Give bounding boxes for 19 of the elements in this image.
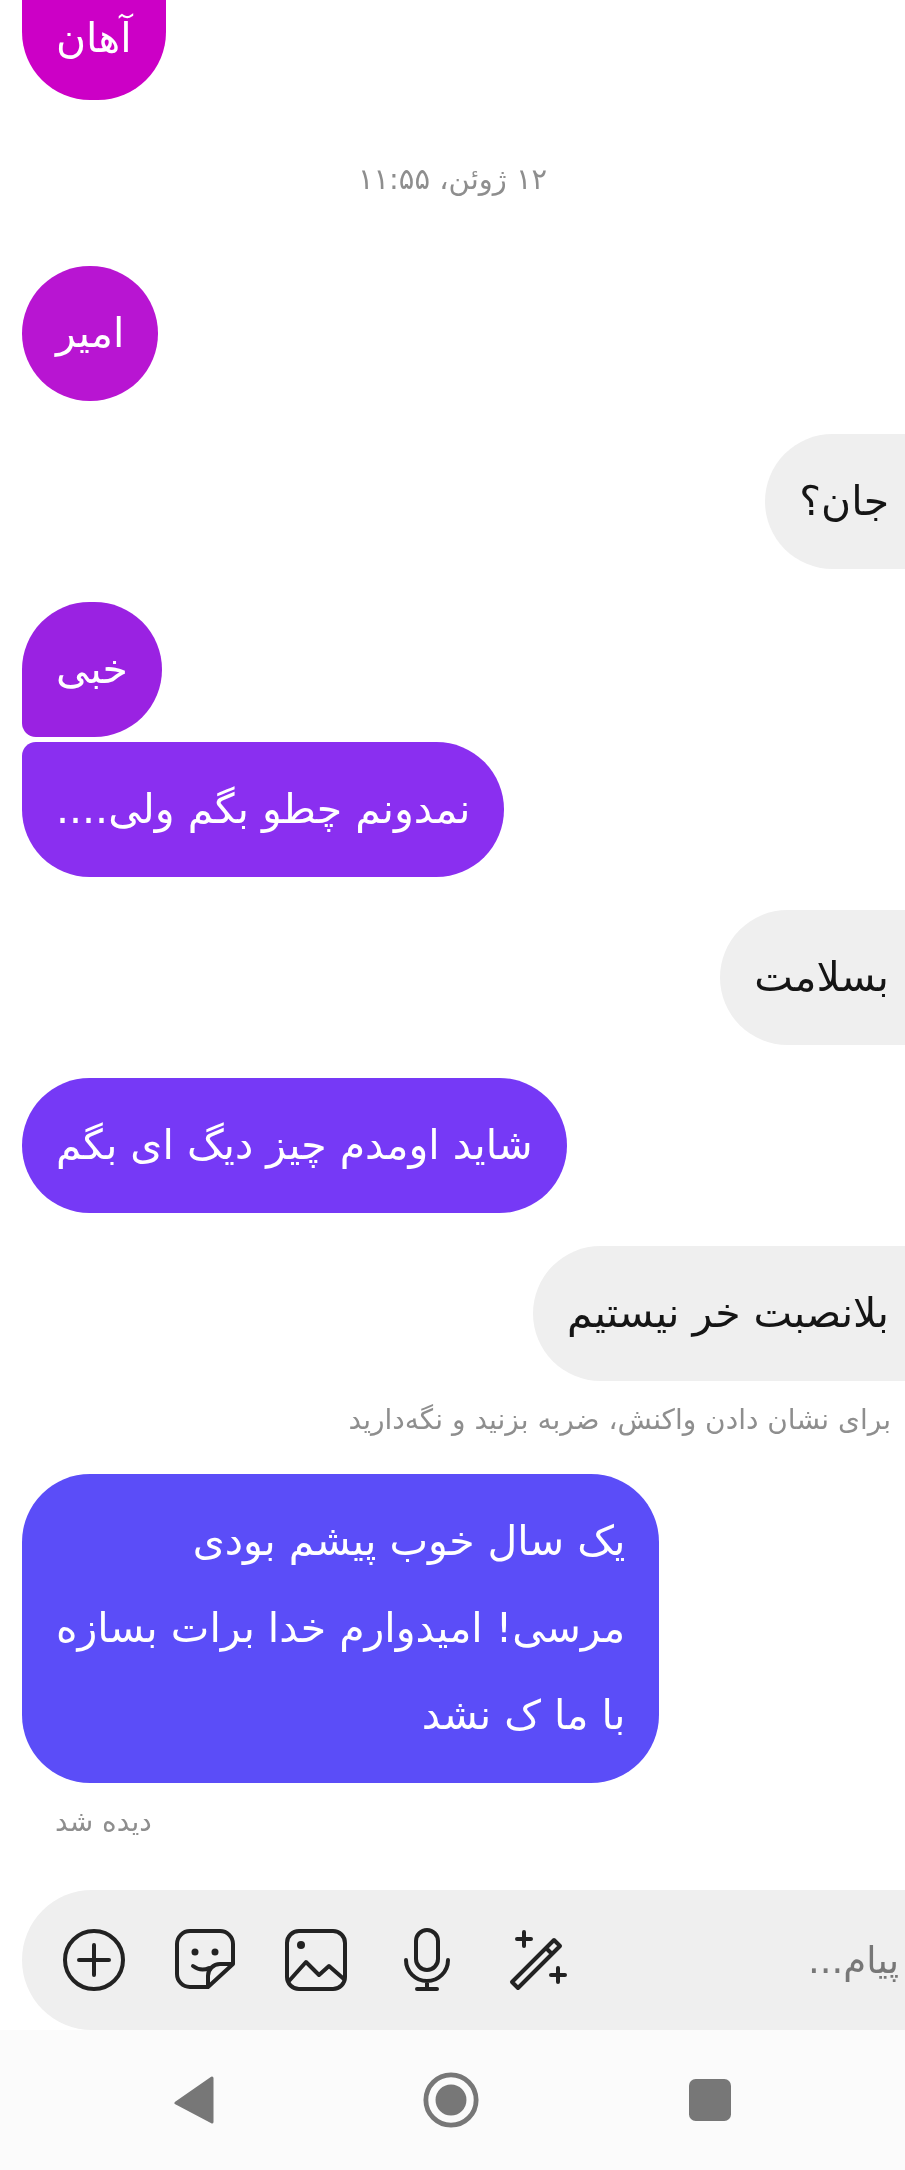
message-bubble[interactable]: شاید اومدم چیز دیگ ای بگم [22,1078,567,1213]
recents-icon[interactable] [688,2079,731,2121]
add-icon[interactable] [62,1928,126,1992]
message-bubble[interactable]: یک سال خوب پیشم بودی مرسی! امیدوارم خدا برات بسازه با ما ک نشد [22,1474,660,1783]
message-bubble[interactable]: آهان [22,0,166,100]
message-input[interactable]: پیام... [617,1937,905,1983]
message-bubble[interactable]: امیر [22,266,159,401]
sticker-icon[interactable] [173,1928,237,1992]
seen-status: دیده شد [55,1805,152,1838]
home-icon[interactable] [422,2071,481,2129]
image-icon[interactable] [284,1928,348,1992]
timestamp: ۱۲ ژوئن، ۱۱:۵۵ [356,162,549,196]
message-bubble[interactable]: خبی [22,602,162,737]
message-bubble[interactable]: بسلامت [720,910,905,1045]
message-bubble[interactable]: جان؟ [765,434,905,569]
message-bubble[interactable]: نمدونم چطو بگم ولی.... [22,742,505,877]
reaction-hint: برای نشان دادن واکنش، ضربه بزنید و نگه‌دارید [347,1403,891,1436]
message-bubble[interactable]: بلانصبت خر نیستیم [533,1246,905,1381]
back-icon[interactable] [174,2075,215,2125]
